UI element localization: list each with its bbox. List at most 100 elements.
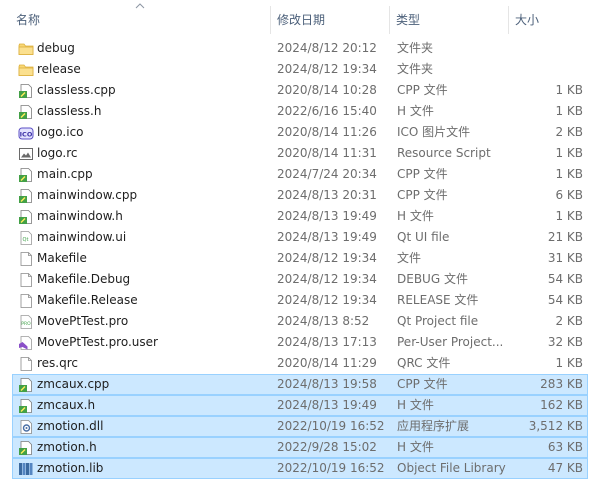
file-size: 3,512 KB	[528, 419, 583, 433]
file-row[interactable]: zmcaux.h 2024/8/13 19:49 H 文件 162 KB	[12, 395, 588, 416]
file-size: 47 KB	[547, 461, 583, 475]
file-row[interactable]: zmotion.dll 2022/10/19 16:52 应用程序扩展 3,512 K…	[12, 416, 588, 437]
file-row[interactable]: mainwindow.h 2024/8/13 19:49 H 文件 1 KB	[12, 206, 588, 227]
file-type: H 文件	[397, 398, 434, 412]
file-size: 283 KB	[540, 377, 583, 391]
file-row[interactable]: debug 2024/8/12 20:12 文件夹	[12, 38, 588, 59]
file-row[interactable]: classless.cpp 2020/8/14 10:28 CPP 文件 1 KB	[12, 80, 588, 101]
file-row[interactable]: res.qrc 2020/8/14 11:29 QRC 文件 1 KB	[12, 353, 588, 374]
svg-text:PRO: PRO	[21, 321, 31, 327]
blank-file-icon	[20, 294, 32, 308]
dll-file-icon	[20, 420, 32, 434]
file-row[interactable]: logo.rc 2020/8/14 11:31 Resource Script 1 K…	[12, 143, 588, 164]
file-name: zmcaux.cpp	[37, 377, 110, 391]
file-name: zmotion.h	[37, 440, 97, 454]
qt-project-file-icon: PRO	[20, 315, 32, 329]
file-size: 1 KB	[555, 146, 583, 160]
file-row[interactable]: main.cpp 2024/7/24 20:34 CPP 文件 1 KB	[12, 164, 588, 185]
file-date-modified: 2024/8/12 19:34	[277, 272, 377, 286]
file-size: 32 KB	[547, 335, 583, 349]
file-size: 6 KB	[555, 188, 583, 202]
file-row[interactable]: ICO logo.ico 2020/8/14 11:26 ICO 图片文件 2 KB	[12, 122, 588, 143]
column-header-size[interactable]: 大小	[515, 12, 539, 28]
file-type: CPP 文件	[397, 83, 448, 97]
cpp-file-icon	[19, 189, 32, 203]
file-date-modified: 2024/8/13 19:58	[277, 377, 377, 391]
file-name: release	[37, 62, 81, 76]
file-date-modified: 2024/8/13 8:52	[277, 314, 370, 328]
file-date-modified: 2020/8/14 11:31	[277, 146, 377, 160]
file-name: main.cpp	[37, 167, 93, 181]
file-type: ICO 图片文件	[397, 125, 471, 139]
file-name: Makefile.Release	[37, 293, 138, 307]
file-type: 应用程序扩展	[397, 419, 470, 433]
file-row[interactable]: Qt mainwindow.ui 2024/8/13 19:49 Qt UI file…	[12, 227, 588, 248]
file-row[interactable]: classless.h 2022/6/16 15:40 H 文件 1 KB	[12, 101, 588, 122]
file-name: zmcaux.h	[37, 398, 96, 412]
file-date-modified: 2024/8/13 19:49	[277, 398, 377, 412]
blank-file-icon	[20, 357, 32, 371]
column-divider[interactable]	[508, 6, 509, 34]
file-type: H 文件	[397, 104, 434, 118]
cpp-file-icon	[19, 168, 32, 182]
file-size: 21 KB	[547, 230, 583, 244]
column-header-name[interactable]: 名称	[16, 12, 40, 28]
file-name: mainwindow.h	[37, 209, 123, 223]
file-size: 63 KB	[547, 440, 583, 454]
file-size: 1 KB	[555, 167, 583, 181]
file-row[interactable]: zmcaux.cpp 2024/8/13 19:58 CPP 文件 283 KB	[12, 374, 588, 395]
header-file-icon	[19, 441, 32, 455]
file-size: 1 KB	[555, 209, 583, 223]
file-row[interactable]: zmotion.h 2022/9/28 15:02 H 文件 63 KB	[12, 437, 588, 458]
file-type: 文件夹	[397, 41, 434, 55]
file-row[interactable]: release 2024/8/12 19:34 文件夹	[12, 59, 588, 80]
file-row[interactable]: PRO MovePtTest.pro 2024/8/13 8:52 Qt Projec…	[12, 311, 588, 332]
column-header-date[interactable]: 修改日期	[277, 12, 325, 28]
file-date-modified: 2022/9/28 15:02	[277, 440, 377, 454]
qt-ui-file-icon: Qt	[20, 231, 32, 245]
file-type: QRC 文件	[397, 356, 451, 370]
file-size: 54 KB	[547, 272, 583, 286]
column-header-type[interactable]: 类型	[396, 12, 420, 28]
column-divider[interactable]	[389, 6, 390, 34]
file-date-modified: 2024/7/24 20:34	[277, 167, 377, 181]
sort-ascending-icon	[135, 3, 145, 9]
file-date-modified: 2024/8/13 19:49	[277, 209, 377, 223]
file-type: RELEASE 文件	[397, 293, 479, 307]
column-divider[interactable]	[270, 6, 271, 34]
file-type: H 文件	[397, 209, 434, 223]
file-name: Makefile.Debug	[37, 272, 131, 286]
file-type: Object File Library	[397, 461, 506, 475]
library-file-icon	[19, 463, 33, 475]
file-name: res.qrc	[37, 356, 79, 370]
file-size	[513, 60, 583, 79]
file-row[interactable]: Makefile.Release 2024/8/12 19:34 RELEASE 文…	[12, 290, 588, 311]
file-list: debug 2024/8/12 20:12 文件夹 release 2024/8/12 …	[0, 38, 612, 479]
file-row[interactable]: mainwindow.cpp 2024/8/13 20:31 CPP 文件 6 KB	[12, 185, 588, 206]
file-name: MovePtTest.pro.user	[37, 335, 158, 349]
file-row[interactable]: Makefile 2024/8/12 19:34 文件 31 KB	[12, 248, 588, 269]
file-date-modified: 2024/8/12 19:34	[277, 251, 377, 265]
file-size: 1 KB	[555, 356, 583, 370]
file-name: zmotion.lib	[37, 461, 104, 475]
file-date-modified: 2022/10/19 16:52	[277, 419, 385, 433]
file-type: CPP 文件	[397, 188, 448, 202]
file-name: logo.rc	[37, 146, 78, 160]
file-row[interactable]: zmotion.lib 2022/10/19 16:52 Object File L…	[12, 458, 588, 479]
cpp-file-icon	[19, 84, 32, 98]
file-name: MovePtTest.pro	[37, 314, 129, 328]
file-row[interactable]: Makefile.Debug 2024/8/12 19:34 DEBUG 文件 54 …	[12, 269, 588, 290]
file-type: 文件	[397, 251, 422, 265]
file-size: 54 KB	[547, 293, 583, 307]
header-file-icon	[19, 399, 32, 413]
folder-icon	[18, 64, 34, 76]
file-date-modified: 2020/8/14 10:28	[277, 83, 377, 97]
file-size: 2 KB	[555, 314, 583, 328]
file-date-modified: 2024/8/12 19:34	[277, 293, 377, 307]
file-size: 31 KB	[547, 251, 583, 265]
column-header-bar: 名称 修改日期 类型 大小	[0, 0, 612, 34]
file-name: logo.ico	[37, 125, 84, 139]
file-type: H 文件	[397, 440, 434, 454]
file-row[interactable]: MovePtTest.pro.user 2024/8/13 17:13 Per-Us…	[12, 332, 588, 353]
file-date-modified: 2024/8/12 20:12	[277, 41, 377, 55]
